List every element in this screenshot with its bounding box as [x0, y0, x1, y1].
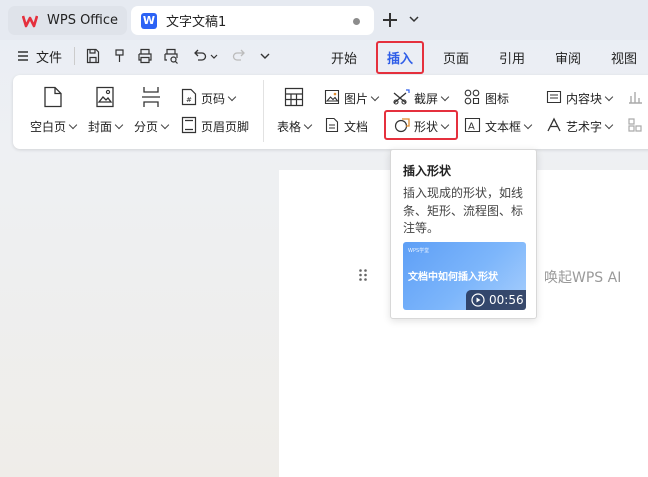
- unsaved-dot-icon[interactable]: [353, 18, 360, 25]
- wps-logo-icon: [22, 15, 38, 27]
- page-break-button[interactable]: 分页: [134, 118, 170, 135]
- icon-button-label[interactable]: 图标: [485, 90, 509, 107]
- tab-insert[interactable]: 插入: [387, 48, 413, 67]
- menu-hamburger-icon[interactable]: [17, 50, 29, 62]
- text-box-label: 文本框: [485, 120, 522, 134]
- blank-page-icon[interactable]: [43, 86, 63, 108]
- word-art-icon[interactable]: [546, 117, 562, 133]
- undo-chevron-icon[interactable]: [210, 53, 218, 61]
- tab-page[interactable]: 页面: [443, 48, 469, 67]
- shape-tooltip: 插入形状 插入现成的形状，如线条、矩形、流程图、标注等。 WPS学堂 文档中如何…: [390, 149, 537, 319]
- writer-doc-icon: W: [141, 12, 157, 29]
- page-break-icon[interactable]: [141, 86, 161, 108]
- wps-ai-hint: 唤起WPS AI: [544, 270, 622, 286]
- shape-button[interactable]: 形状: [414, 118, 450, 135]
- smart-graphic-icon[interactable]: [627, 117, 643, 133]
- tab-document[interactable]: W 文字文稿1: [131, 6, 374, 35]
- divider: [74, 47, 75, 65]
- text-box-icon[interactable]: A: [464, 117, 481, 133]
- ribbon-divider: [263, 80, 264, 142]
- redo-icon[interactable]: [232, 48, 246, 62]
- word-art-label: 艺术字: [566, 120, 603, 134]
- content-control-button[interactable]: 内容块: [566, 90, 614, 107]
- header-footer-icon[interactable]: [181, 116, 197, 134]
- text-box-button[interactable]: 文本框: [485, 118, 533, 135]
- cover-label: 封面: [88, 120, 113, 134]
- drag-handle-icon[interactable]: [358, 268, 368, 282]
- svg-text:#: #: [186, 96, 192, 104]
- doc-tab-label: 文字文稿1: [166, 15, 227, 30]
- cover-page-icon[interactable]: [95, 86, 115, 108]
- undo-icon[interactable]: [193, 48, 207, 62]
- save-icon[interactable]: [86, 48, 100, 64]
- header-footer-label[interactable]: 页眉页脚: [201, 118, 249, 135]
- format-painter-icon[interactable]: [112, 48, 126, 64]
- tab-review[interactable]: 审阅: [555, 48, 581, 67]
- screenshot-button[interactable]: 截屏: [414, 90, 450, 107]
- chart-icon[interactable]: [627, 89, 643, 105]
- picture-icon[interactable]: [324, 89, 340, 105]
- blank-page-button[interactable]: 空白页: [30, 118, 78, 135]
- shape-label: 形状: [414, 120, 439, 134]
- file-menu[interactable]: 文件: [36, 40, 62, 72]
- tab-references[interactable]: 引用: [499, 48, 525, 67]
- video-brand-label: WPS学堂: [408, 248, 430, 254]
- play-icon[interactable]: [471, 293, 485, 307]
- tab-home[interactable]: 开始: [331, 48, 357, 67]
- shape-icon[interactable]: [394, 117, 411, 134]
- page-number-label: 页码: [201, 92, 226, 106]
- page-number-icon[interactable]: #: [181, 88, 197, 106]
- screenshot-label: 截屏: [414, 92, 439, 106]
- content-control-label: 内容块: [566, 92, 603, 106]
- picture-button[interactable]: 图片: [344, 90, 380, 107]
- content-control-icon[interactable]: [546, 89, 562, 105]
- more-chevron-icon[interactable]: [259, 51, 271, 61]
- video-duration: 00:56: [489, 293, 524, 307]
- print-preview-icon[interactable]: [163, 48, 179, 64]
- icon-library-icon[interactable]: [464, 89, 481, 105]
- home-tab-label: WPS Office: [47, 13, 119, 28]
- page-number-button[interactable]: 页码: [201, 90, 237, 107]
- menu-bar: 文件 开始 页面 引用 审阅 视图: [0, 40, 648, 72]
- word-art-button[interactable]: 艺术字: [566, 118, 614, 135]
- svg-text:A: A: [468, 122, 475, 133]
- picture-label: 图片: [344, 92, 369, 106]
- blank-page-label: 空白页: [30, 120, 67, 134]
- table-label: 表格: [277, 120, 302, 134]
- title-bar: WPS Office W 文字文稿1: [0, 0, 648, 40]
- print-icon[interactable]: [137, 48, 153, 64]
- video-duration-badge[interactable]: 00:56: [466, 290, 526, 310]
- chevron-down-icon[interactable]: [408, 13, 420, 25]
- document-label[interactable]: 文档: [344, 118, 368, 135]
- tab-view[interactable]: 视图: [611, 48, 637, 67]
- cover-button[interactable]: 封面: [88, 118, 124, 135]
- table-icon[interactable]: [284, 87, 304, 107]
- video-title: 文档中如何插入形状: [408, 272, 498, 283]
- tooltip-title: 插入形状: [403, 164, 452, 178]
- document-icon[interactable]: [324, 117, 340, 133]
- tutorial-video-thumbnail[interactable]: WPS学堂 文档中如何插入形状 00:56: [403, 242, 526, 310]
- screenshot-icon[interactable]: [393, 89, 410, 105]
- table-button[interactable]: 表格: [277, 118, 313, 135]
- tooltip-description: 插入现成的形状，如线条、矩形、流程图、标注等。: [403, 186, 524, 235]
- page-break-label: 分页: [134, 120, 159, 134]
- tab-wps-office-home[interactable]: WPS Office: [8, 6, 127, 35]
- plus-icon[interactable]: [380, 10, 400, 30]
